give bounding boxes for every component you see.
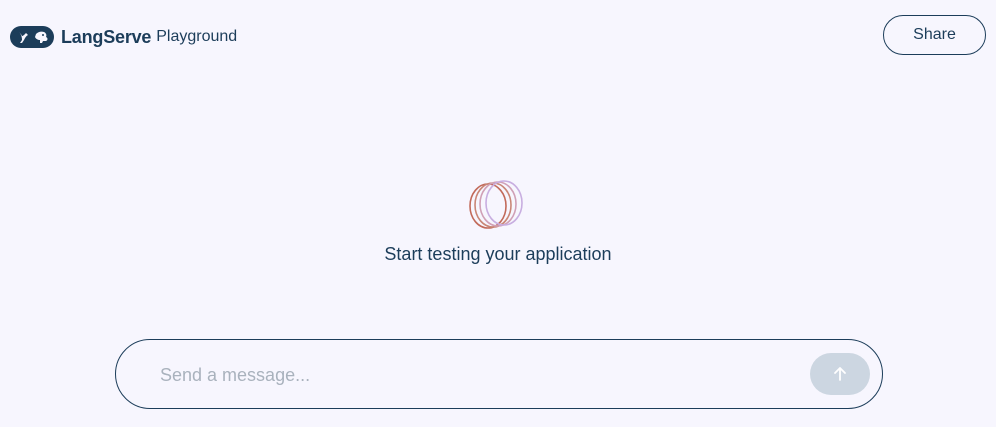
share-button[interactable]: Share	[883, 15, 986, 55]
send-button[interactable]	[810, 353, 870, 395]
message-input[interactable]	[160, 362, 780, 388]
playground-page: LangServe Playground Share Start testing…	[0, 0, 996, 427]
rings-logo-icon	[469, 180, 523, 229]
empty-state: Start testing your application	[0, 180, 996, 266]
empty-state-message: Start testing your application	[384, 244, 612, 264]
brand-name: LangServe	[61, 27, 152, 47]
brand-subtitle: Playground	[156, 28, 238, 45]
header: LangServe Playground Share	[0, 0, 996, 72]
message-composer	[115, 339, 883, 409]
brand-logo: LangServe Playground	[10, 24, 237, 50]
langchain-logo-icon	[10, 26, 54, 48]
arrow-up-icon	[834, 367, 846, 381]
